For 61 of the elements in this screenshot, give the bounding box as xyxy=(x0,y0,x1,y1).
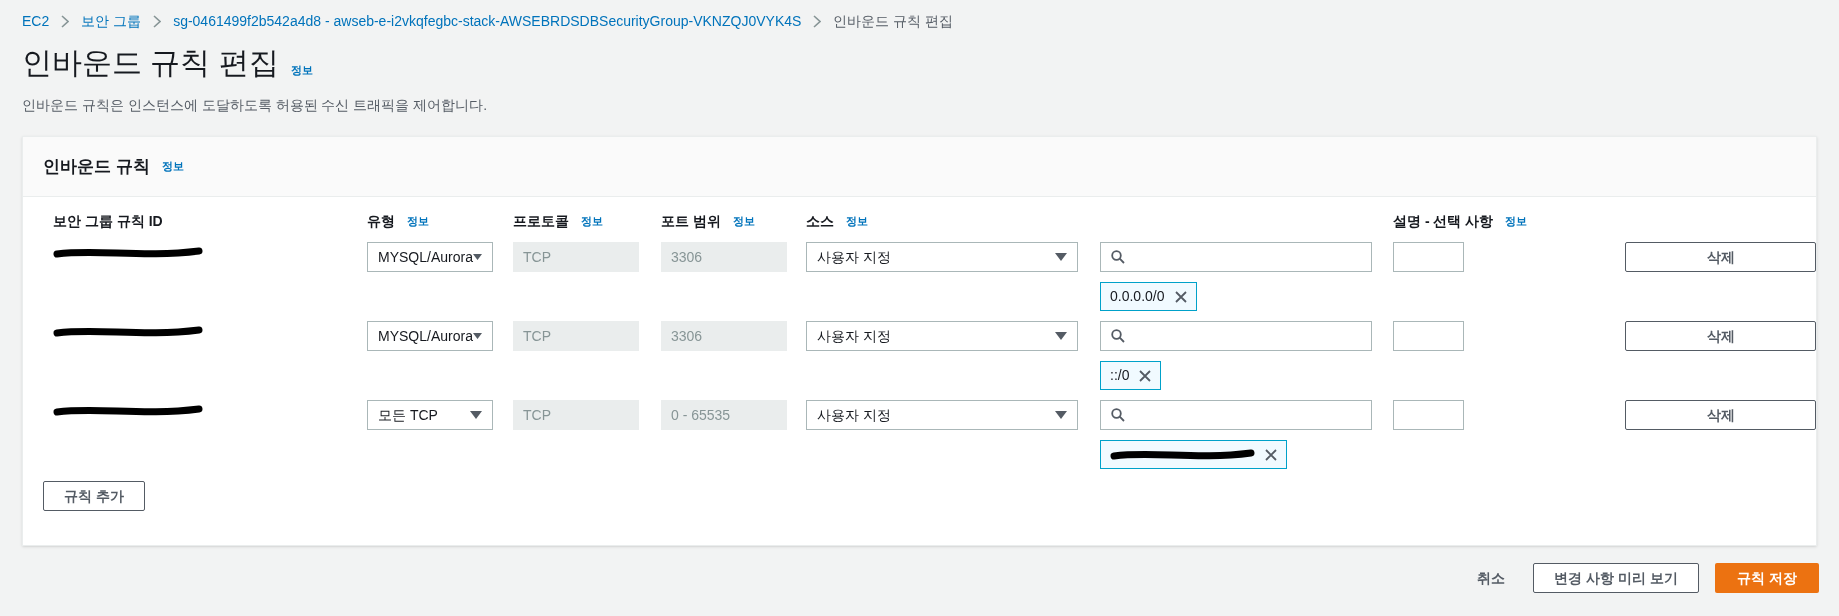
caret-icon xyxy=(1055,411,1067,419)
panel-title: 인바운드 규칙 xyxy=(43,155,150,178)
source-select[interactable]: 사용자 지정 xyxy=(806,321,1078,351)
search-field[interactable] xyxy=(1100,400,1372,430)
preview-button[interactable]: 변경 사항 미리 보기 xyxy=(1533,563,1700,593)
chevron-icon xyxy=(153,15,162,28)
caret-icon xyxy=(1055,253,1067,261)
column-header: 보안 그룹 규칙 ID xyxy=(53,212,163,231)
column-header: 유형 xyxy=(367,212,395,231)
description-field[interactable] xyxy=(1393,321,1464,351)
search-field[interactable] xyxy=(1100,321,1372,351)
port-range-field: 3306 xyxy=(661,242,787,272)
page-description: 인바운드 규칙은 인스턴스에 도달하도록 허용된 수신 트래픽을 제어합니다. xyxy=(21,96,489,115)
add-rule-button[interactable]: 규칙 추가 xyxy=(43,481,145,511)
type-select[interactable]: 모든 TCP xyxy=(367,400,493,430)
info-link[interactable]: 정보 xyxy=(732,213,755,230)
type-select[interactable]: MYSQL/Aurora xyxy=(367,321,493,351)
source-select[interactable]: 사용자 지정 xyxy=(806,400,1078,430)
description-field[interactable] xyxy=(1393,242,1464,272)
search-icon xyxy=(1111,408,1125,422)
info-link[interactable]: 정보 xyxy=(581,213,603,230)
port-range-field: 0 - 65535 xyxy=(661,400,787,430)
protocol-field: TCP xyxy=(513,321,639,351)
column-header: 포트 범위 xyxy=(661,212,721,231)
cancel-button[interactable]: 취소 xyxy=(1477,567,1506,589)
info-link[interactable]: 정보 xyxy=(407,213,429,230)
caret-icon xyxy=(472,332,482,340)
protocol-field: TCP xyxy=(513,242,639,272)
delete-button[interactable]: 삭제 xyxy=(1625,242,1816,272)
protocol-field: TCP xyxy=(513,400,639,430)
port-range-field: 3306 xyxy=(661,321,787,351)
search-icon xyxy=(1111,250,1125,264)
source-select[interactable]: 사용자 지정 xyxy=(806,242,1078,272)
chevron-icon xyxy=(813,15,822,28)
breadcrumb-link[interactable]: EC2 xyxy=(22,11,50,32)
source-tag: ::/0 xyxy=(1100,361,1162,390)
column-header: 프로토콜 xyxy=(513,212,569,231)
chevron-icon xyxy=(61,15,70,28)
info-link[interactable]: 정보 xyxy=(1505,213,1528,230)
page-title: 인바운드 규칙 편집 xyxy=(22,48,279,78)
column-header: 설명 - 선택 사항 xyxy=(1393,212,1494,231)
breadcrumb-link[interactable]: 보안 그룹 xyxy=(81,11,142,32)
info-link[interactable]: 정보 xyxy=(290,61,313,78)
search-field[interactable] xyxy=(1100,242,1372,272)
caret-icon xyxy=(470,411,482,419)
close-icon[interactable] xyxy=(1174,290,1187,303)
close-icon[interactable] xyxy=(1265,448,1277,461)
type-select[interactable]: MYSQL/Aurora xyxy=(367,242,493,272)
breadcrumb-link[interactable]: sg-0461499f2b542a4d8 - awseb-e-i2vkqfegbc-stack-AWSEBRDSDBSecurityGroup-VKNZQJ0VYK4S xyxy=(173,11,802,32)
description-field[interactable] xyxy=(1393,400,1464,430)
source-tag: 0.0.0.0/0 xyxy=(1100,282,1197,311)
column-header: 소스 xyxy=(806,212,834,231)
info-link[interactable]: 정보 xyxy=(846,213,868,230)
close-icon[interactable] xyxy=(1139,369,1152,382)
breadcrumb-current: 인바운드 규칙 편집 xyxy=(833,12,954,31)
delete-button[interactable]: 삭제 xyxy=(1625,321,1816,351)
delete-button[interactable]: 삭제 xyxy=(1625,400,1816,430)
search-icon xyxy=(1111,329,1125,343)
caret-icon xyxy=(1055,332,1067,340)
caret-icon xyxy=(472,253,482,261)
info-link[interactable]: 정보 xyxy=(161,158,184,175)
